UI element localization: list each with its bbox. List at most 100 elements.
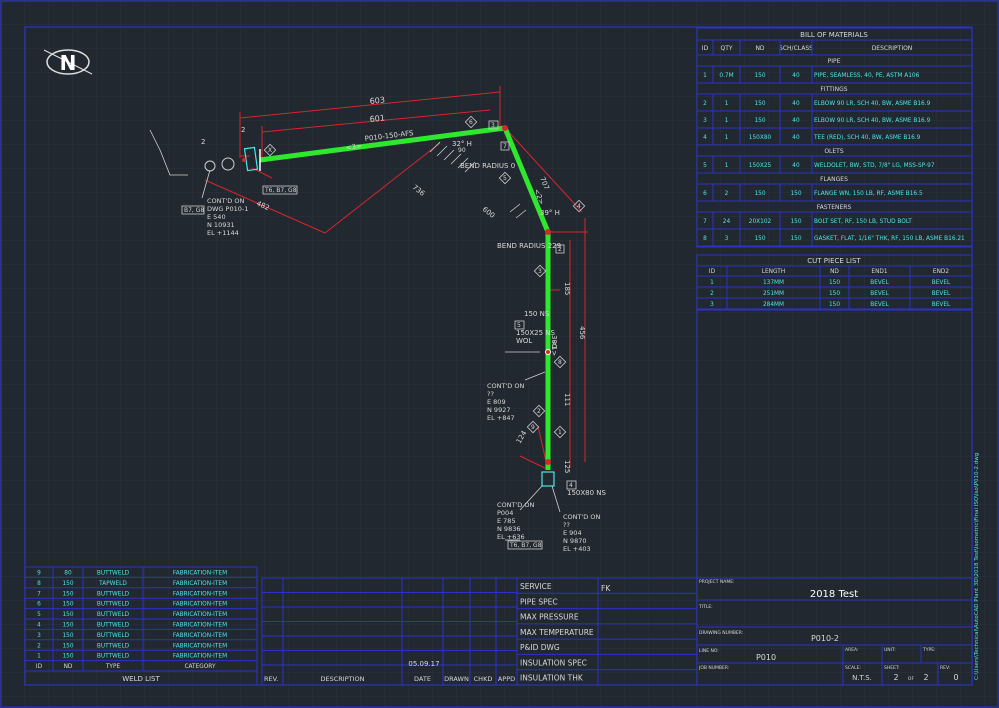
cont-mid-line: EL +847 (487, 414, 515, 422)
cont-bl-line: CONT'D ON (497, 501, 534, 509)
cut-cell: 150 (829, 302, 840, 308)
cont-left-line: DWG P010-1 (207, 205, 248, 213)
line-no-label: LINE NO: (699, 648, 719, 654)
bom-cell: BOLT SET, RF, 150 LB, STUD BOLT (814, 219, 912, 225)
balloon-4: 4 (577, 203, 581, 210)
rev-label: REV: (940, 665, 950, 671)
dim-456: 456 (578, 326, 586, 340)
cont-mid-line: ?? (487, 390, 494, 398)
balloon-9: 9 (531, 424, 535, 431)
dim-601: 601 (369, 113, 385, 124)
spec-label: INSULATION SPEC (520, 658, 587, 667)
cut-header-cell: END1 (871, 269, 887, 275)
bom-cell: 150 (754, 118, 765, 124)
bom-cell: 150 (790, 191, 801, 197)
balloon-2a: 2 (558, 246, 562, 253)
cut-cell: 137MM (763, 280, 784, 286)
cut-cell: 1 (710, 280, 714, 286)
angle-39: 39° H (540, 209, 560, 217)
revision-header-cell: DRAWN (444, 675, 469, 683)
bom-group-label: FITTINGS (820, 86, 847, 93)
bom-cell: 40 (792, 163, 800, 169)
weld-cell: BUTTWELD (97, 623, 130, 629)
cont-br-line: N 9870 (563, 537, 586, 545)
cut-cell: BEVEL (870, 302, 889, 308)
weld-cell: 150 (62, 602, 73, 608)
dim-603: 603 (369, 95, 385, 106)
balloon-7: 7 (503, 143, 507, 150)
weld-cell: BUTTWELD (97, 591, 130, 597)
weld-cell: FABRICATION-ITEM (173, 623, 227, 629)
drawing-number-label: DRAWING NUMBER: (699, 630, 743, 636)
cut-cell: BEVEL (932, 280, 951, 286)
bom-cell: 3 (725, 236, 729, 242)
bom-cell: FLANGE WN, 150 LB, RF, ASME B16.5 (814, 191, 923, 197)
bom-cell: 2 (703, 101, 707, 107)
revision-header-cell: REV. (264, 675, 278, 683)
cont-bl-line: EL +636 (497, 533, 525, 541)
weld-cell: 9 (37, 571, 41, 577)
bom-cell: 150 (754, 101, 765, 107)
cont-br-line: ?? (563, 521, 570, 529)
sheet-label: SHEET: (884, 665, 900, 671)
bom-group-label: FASTENERS (817, 204, 852, 211)
balloon-1: 1 (558, 429, 562, 436)
bom-cell: ELBOW 90 LR, SCH 40, BW, ASME B16.9 (814, 101, 931, 107)
weld-cell: 3 (37, 633, 41, 639)
weld-cell: BUTTWELD (97, 612, 130, 618)
balloon-3a: 3 (538, 268, 542, 275)
bom-header-cell: ID (702, 45, 709, 52)
service-value: FK (601, 584, 611, 593)
cont-bl-line: P004 (497, 509, 513, 517)
drawing-number: P010-2 (811, 634, 839, 643)
box-4: 4 (569, 482, 573, 489)
bom-cell: 150 (754, 236, 765, 242)
wol-size: 150X25 NS (516, 329, 556, 337)
bom-cell: 1 (725, 118, 729, 124)
bom-cell: 150 (790, 219, 801, 225)
cut-cell: 2 (710, 291, 714, 297)
spec-label: PIPE SPEC (520, 597, 558, 606)
bom-group-label: FLANGES (820, 176, 848, 183)
spec-label: P&ID DWG (520, 643, 560, 652)
sheet-value: 2 (893, 673, 898, 682)
cut-title: CUT PIECE LIST (807, 257, 861, 265)
spec-label: SERVICE (520, 582, 552, 591)
cont-bl-line: E 785 (497, 517, 516, 525)
bom-cell: 150X80 (749, 135, 772, 141)
dim-2a: 2 (201, 138, 205, 146)
cut-cell: BEVEL (932, 291, 951, 297)
isometric-drawing-sheet: N 603 601 P010-150-AFS 707 736 482 600 3… (0, 0, 999, 708)
cut-cell: BEVEL (870, 291, 889, 297)
bom-cell: 0.7M (719, 73, 733, 79)
cont-br-line: CONT'D ON (563, 513, 600, 521)
bend-radius-top: BEND RADIUS 0 (460, 162, 515, 170)
bom-title: BILL OF MATERIALS (800, 31, 868, 39)
weld-cell: 8 (37, 581, 41, 587)
weld-cell: TAPWELD (98, 581, 127, 587)
weld-cell: BUTTWELD (97, 602, 130, 608)
weld-cell: 7 (37, 591, 41, 597)
fab-ref-c: T6, B7, G8 (509, 542, 542, 549)
wol-label: WOL (516, 337, 532, 345)
weld-cell: 5 (37, 612, 41, 618)
bom-cell: 1 (725, 163, 729, 169)
project-name: 2018 Test (810, 589, 858, 600)
bom-cell: 40 (792, 118, 800, 124)
spec-label: INSULATION THK (520, 674, 584, 683)
cut-header-cell: END2 (933, 269, 949, 275)
scale-value: N.T.S. (852, 674, 872, 682)
dim-2b: 2 (241, 126, 245, 134)
bom-cell: TEE (RED), SCH 40, BW, ASME B16.9 (813, 135, 921, 141)
cut-cell: 3 (710, 302, 714, 308)
box-5: 5 (517, 322, 521, 329)
weld-cell: BUTTWELD (97, 571, 130, 577)
cut-header-cell: ID (709, 269, 716, 275)
balloon-8: 8 (558, 359, 562, 366)
cont-left-line: E 540 (207, 213, 226, 221)
cont-br-line: EL +403 (563, 545, 591, 553)
dim-185: 185 (563, 282, 571, 295)
north-label: N (60, 51, 77, 75)
weld-header-cell: ID (36, 664, 43, 670)
weld-cell: 4 (37, 623, 41, 629)
